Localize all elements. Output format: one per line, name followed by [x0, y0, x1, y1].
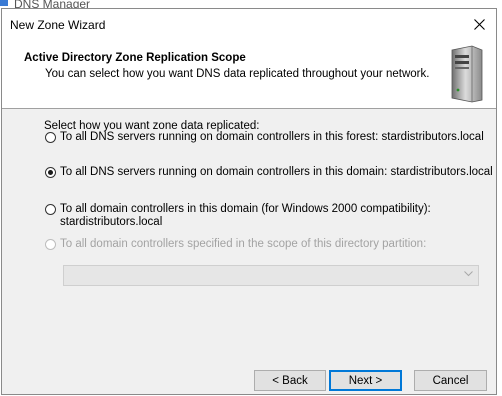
radio-forest[interactable] [45, 132, 56, 143]
option-partition: To all domain controllers specified in t… [45, 238, 426, 251]
radio-domain-w2k[interactable] [45, 204, 56, 215]
option-domain-w2k-line1: To all domain controllers in this domain… [60, 203, 431, 215]
option-domain-w2k-line2: stardistributors.local [60, 216, 163, 228]
option-forest[interactable]: To all DNS servers running on domain con… [45, 131, 484, 144]
partition-select [63, 265, 479, 286]
option-domain-dns[interactable]: To all DNS servers running on domain con… [45, 166, 493, 179]
close-button[interactable] [462, 9, 496, 40]
header-title: Active Directory Zone Replication Scope [24, 52, 246, 64]
option-forest-label[interactable]: To all DNS servers running on domain con… [60, 131, 484, 144]
close-icon [473, 19, 485, 30]
back-button[interactable]: < Back [254, 370, 326, 391]
radio-domain-dns[interactable] [45, 167, 56, 178]
dialog-title: New Zone Wizard [10, 18, 106, 32]
next-button[interactable]: Next > [329, 370, 402, 391]
option-partition-label: To all domain controllers specified in t… [60, 238, 427, 250]
new-zone-wizard-dialog: New Zone Wizard Active Directory Zone Re… [1, 8, 497, 395]
radio-partition [45, 239, 56, 250]
cancel-button[interactable]: Cancel [414, 370, 487, 391]
title-bar: New Zone Wizard [2, 9, 496, 40]
option-domain-dns-label[interactable]: To all DNS servers running on domain con… [60, 166, 493, 179]
server-icon [451, 45, 483, 103]
wizard-header: Active Directory Zone Replication Scope … [2, 40, 496, 109]
chevron-down-icon [464, 271, 473, 277]
header-subtitle: You can select how you want DNS data rep… [45, 68, 430, 80]
option-domain-w2k-label[interactable]: To all domain controllers in this domain… [60, 203, 431, 229]
dns-manager-icon [0, 0, 8, 6]
option-domain-w2k[interactable]: To all domain controllers in this domain… [45, 203, 431, 229]
